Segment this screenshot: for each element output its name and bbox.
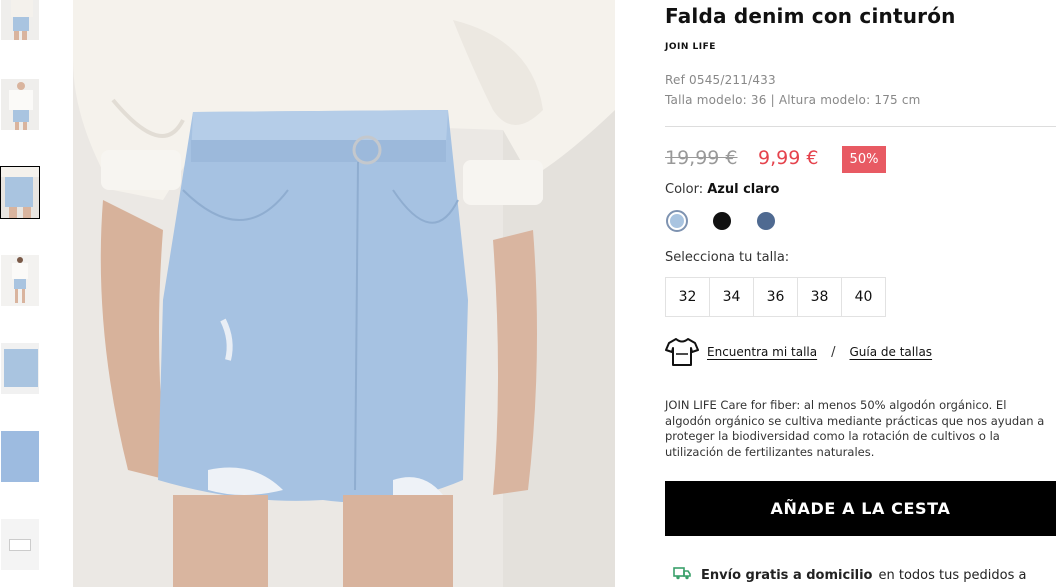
model-info: Talla modelo: 36 | Altura modelo: 175 cm [665, 93, 921, 107]
product-description: JOIN LIFE Care for fiber: al menos 50% a… [665, 398, 1045, 459]
size-option-40[interactable]: 40 [841, 277, 886, 317]
thumbnail-4[interactable] [0, 254, 40, 307]
size-option-38[interactable]: 38 [797, 277, 842, 317]
thumbnail-5[interactable] [0, 342, 40, 395]
thumbnail-6[interactable] [0, 430, 40, 483]
free-shipping-text: Envío gratis a domicilio [701, 567, 873, 583]
color-swatch-black[interactable] [711, 210, 733, 232]
product-title: Falda denim con cinturón [665, 4, 956, 28]
thumbnail-1[interactable] [0, 0, 40, 41]
truck-icon [673, 566, 691, 584]
color-label: Color: Azul claro [665, 182, 779, 197]
size-option-32[interactable]: 32 [665, 277, 710, 317]
fit-links-row: Encuentra mi talla / Guía de tallas [665, 337, 932, 367]
sale-price: 9,99 € [758, 147, 819, 169]
size-selector: 32 34 36 38 40 [665, 277, 886, 317]
thumbnail-7[interactable] [0, 518, 40, 571]
find-my-size-link[interactable]: Encuentra mi talla [707, 345, 817, 359]
product-reference: Ref 0545/211/433 [665, 73, 776, 87]
shipping-rest-text: en todos tus pedidos a [878, 567, 1027, 583]
brand-label: JOIN LIFE [665, 42, 716, 52]
size-option-34[interactable]: 34 [709, 277, 754, 317]
color-swatch-dark-blue[interactable] [755, 210, 777, 232]
color-swatch-light-blue[interactable] [666, 210, 688, 232]
add-to-cart-button[interactable]: AÑADE A LA CESTA [665, 481, 1056, 536]
tshirt-icon [665, 337, 699, 367]
thumbnail-gallery [0, 0, 40, 587]
size-guide-link[interactable]: Guía de tallas [850, 345, 933, 359]
fit-links-separator: / [831, 344, 836, 360]
thumbnail-3-active[interactable] [0, 166, 40, 219]
shipping-info: Envío gratis a domicilio en todos tus pe… [673, 566, 1026, 584]
color-label-prefix: Color: [665, 182, 708, 197]
original-price: 19,99 € [665, 147, 738, 169]
selected-color-name: Azul claro [707, 182, 780, 197]
discount-badge: 50% [842, 146, 886, 173]
size-option-36[interactable]: 36 [753, 277, 798, 317]
product-info-panel: Falda denim con cinturón JOIN LIFE Ref 0… [665, 0, 1056, 587]
size-label: Selecciona tu talla: [665, 250, 790, 265]
thumbnail-2[interactable] [0, 78, 40, 131]
divider [665, 126, 1056, 127]
main-product-image[interactable] [73, 0, 615, 587]
